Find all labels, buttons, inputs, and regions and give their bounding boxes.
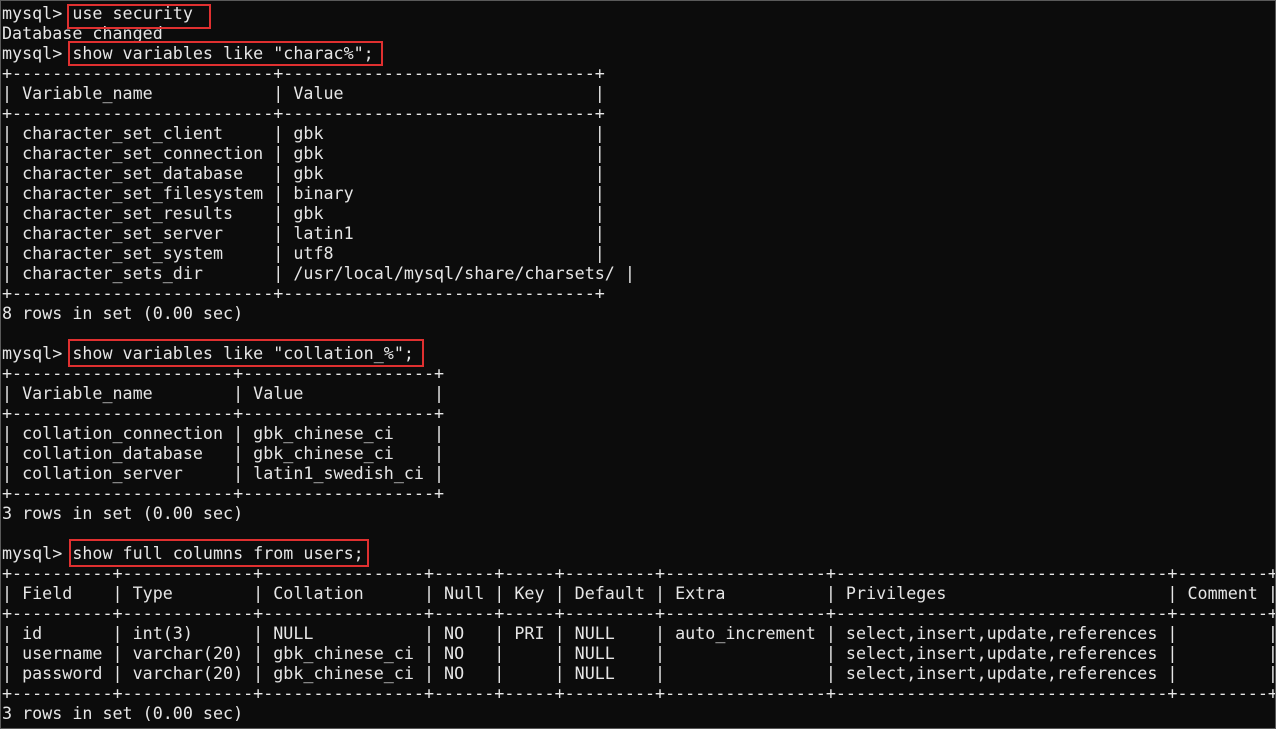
terminal-line: +--------------------------+------------… xyxy=(2,63,605,83)
terminal-line: | character_set_filesystem | binary | xyxy=(2,183,605,203)
terminal-line: +----------------------+----------------… xyxy=(2,483,445,503)
terminal-line: | collation_connection | gbk_chinese_ci … xyxy=(2,423,445,443)
terminal-line: | Variable_name | Value | xyxy=(2,83,605,103)
terminal-line: mysql> show variables like "collation_%"… xyxy=(2,343,414,363)
terminal-line: +----------------------+----------------… xyxy=(2,363,445,383)
terminal-line: | character_set_client | gbk | xyxy=(2,123,605,143)
terminal-line: mysql> use security xyxy=(2,3,193,23)
terminal-line: mysql> show full columns from users; xyxy=(2,543,364,563)
terminal-line: | Variable_name | Value | xyxy=(2,383,445,403)
terminal-line: | character_set_results | gbk | xyxy=(2,203,605,223)
terminal-line: | username | varchar(20) | gbk_chinese_c… xyxy=(2,643,1276,663)
terminal-line: | id | int(3) | NULL | NO | PRI | NULL |… xyxy=(2,623,1276,643)
terminal-line: +----------+-------------+--------------… xyxy=(2,683,1276,703)
terminal-line: | password | varchar(20) | gbk_chinese_c… xyxy=(2,663,1276,683)
terminal-window[interactable]: mysql> use security Database changed mys… xyxy=(0,0,1276,729)
terminal-line: 3 rows in set (0.00 sec) xyxy=(2,703,244,723)
terminal-line: +----------+-------------+--------------… xyxy=(2,563,1276,583)
terminal-line: | character_sets_dir | /usr/local/mysql/… xyxy=(2,263,635,283)
terminal-line: | character_set_database | gbk | xyxy=(2,163,605,183)
terminal-line: +----------+-------------+--------------… xyxy=(2,603,1276,623)
terminal-line: | character_set_server | latin1 | xyxy=(2,223,605,243)
terminal-line: | character_set_connection | gbk | xyxy=(2,143,605,163)
terminal-line: | collation_database | gbk_chinese_ci | xyxy=(2,443,445,463)
terminal-line: mysql> show variables like "charac%"; xyxy=(2,43,374,63)
terminal-line: 8 rows in set (0.00 sec) xyxy=(2,303,244,323)
terminal-line: +--------------------------+------------… xyxy=(2,103,605,123)
terminal-line: Database changed xyxy=(2,23,163,43)
terminal-line: 3 rows in set (0.00 sec) xyxy=(2,503,244,523)
terminal-line: +--------------------------+------------… xyxy=(2,283,605,303)
terminal-line: | Field | Type | Collation | Null | Key … xyxy=(2,583,1276,603)
terminal-line: | collation_server | latin1_swedish_ci | xyxy=(2,463,445,483)
terminal-line: +----------------------+----------------… xyxy=(2,403,445,423)
terminal-line: | character_set_system | utf8 | xyxy=(2,243,605,263)
